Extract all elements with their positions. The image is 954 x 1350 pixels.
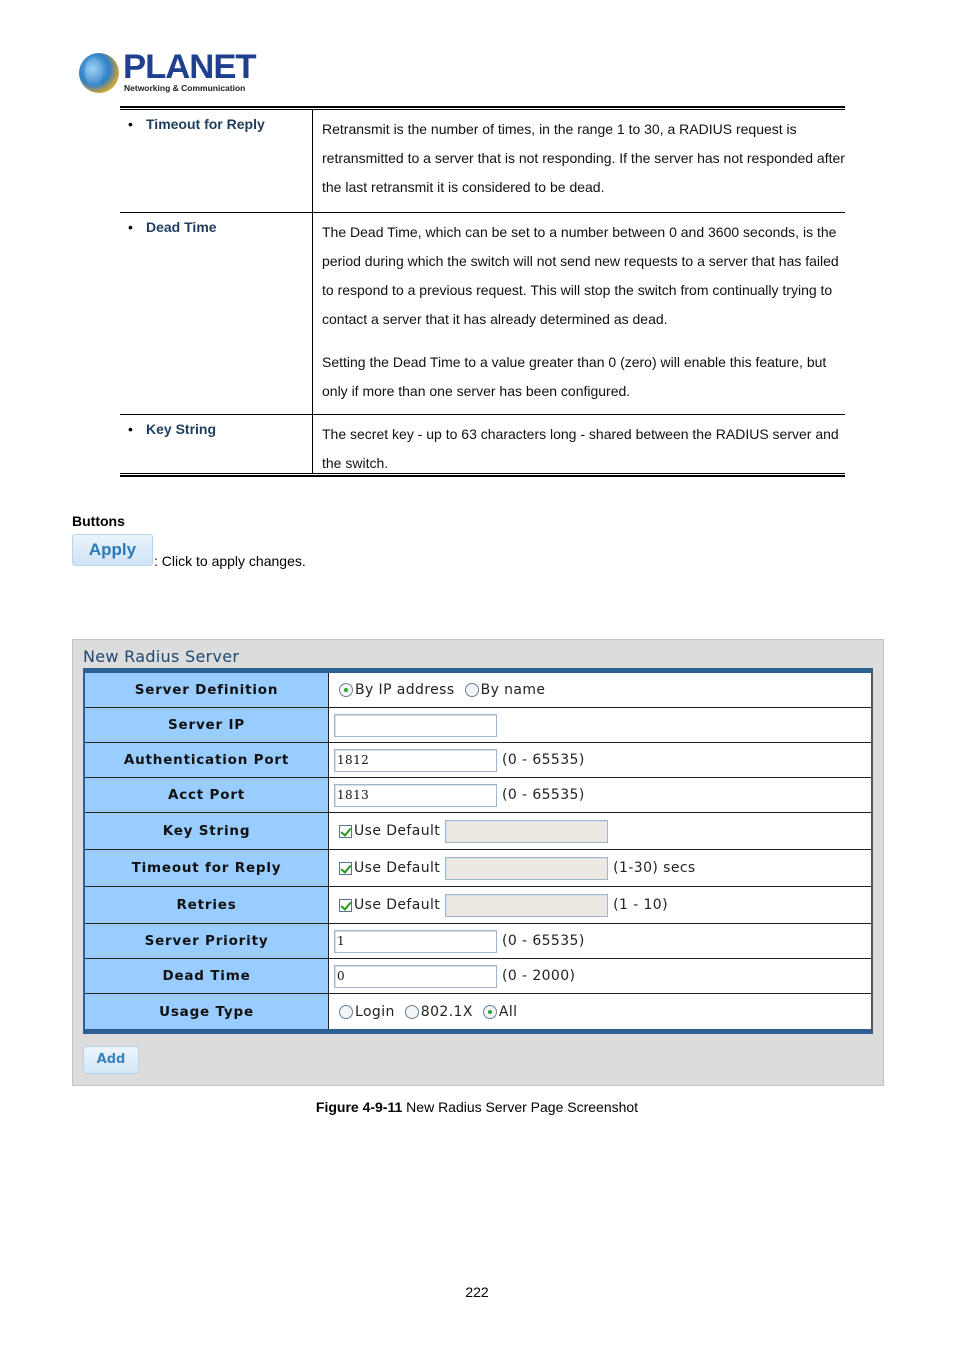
buttons-heading: Buttons [72,513,125,529]
radio-label: Login [355,1003,395,1020]
logo-wordmark: PLANET [123,48,257,86]
checkbox-label: Use Default [354,823,441,839]
term-cell: • Key String [128,421,312,437]
new-radius-server-panel: New Radius Server Server Definition By I… [72,639,884,1086]
definition-text: The secret key - up to 63 characters lon… [322,426,839,471]
page-number: 222 [465,1284,489,1300]
form-row-usage-type: Usage Type Login 802.1X All [85,994,871,1029]
form-row-server-ip: Server IP [85,708,871,743]
field-label: Key String [85,813,329,849]
term-cell: • Dead Time [128,219,312,235]
dead-time-input[interactable]: 0 [334,964,497,988]
field-label: Retries [85,887,329,923]
definition-text: The Dead Time, which can be set to a num… [322,224,839,327]
timeout-input[interactable] [445,856,609,880]
radio-label: All [498,1003,518,1020]
form-row-key-string: Key String Use Default [85,813,871,850]
term-label: Key String [146,421,217,437]
panel-title: New Radius Server [83,647,240,666]
term-cell: • Timeout for Reply [128,116,312,132]
radio-802-1x[interactable] [404,1004,419,1019]
radio-label: By name [480,682,546,698]
bullet-icon: • [128,116,133,132]
field-label: Server Definition [85,673,329,707]
apply-button[interactable]: Apply [72,534,153,566]
table-row: • Dead Time The Dead Time, which can be s… [120,213,845,415]
field-label: Server Priority [85,924,329,958]
term-label: Dead Time [146,219,217,235]
globe-icon [79,53,119,93]
acct-port-input[interactable]: 1813 [334,783,497,807]
server-priority-input[interactable]: 1 [334,929,497,953]
radio-label: By IP address [355,682,455,698]
server-ip-input[interactable] [334,713,497,737]
timeout-use-default-checkbox[interactable] [339,861,352,875]
form-row-retries: Retries Use Default (1 - 10) [85,887,871,924]
key-string-input[interactable] [445,819,609,843]
radius-server-form: Server Definition By IP address By name … [83,668,873,1034]
radio-login[interactable] [339,1004,353,1019]
form-row-dead-time: Dead Time 0 (0 - 2000) [85,959,871,994]
apply-description: : Click to apply changes. [154,553,306,569]
bullet-icon: • [128,421,133,437]
table-bottom-rule [120,473,845,477]
key-string-use-default-checkbox[interactable] [339,824,352,838]
definition-text: Retransmit is the number of times, in th… [322,121,845,195]
retries-use-default-checkbox[interactable] [339,898,352,912]
field-label: Acct Port [85,778,329,812]
definition-text: Setting the Dead Time to a value greater… [322,354,827,399]
radio-by-ip-address[interactable] [339,683,353,697]
radio-label: 802.1X [420,1003,473,1020]
figure-title: New Radius Server Page Screenshot [402,1099,639,1115]
form-row-server-priority: Server Priority 1 (0 - 65535) [85,924,871,959]
range-hint: (1-30) secs [613,860,696,876]
authentication-port-input[interactable]: 1812 [334,748,497,772]
form-row-acct-port: Acct Port 1813 (0 - 65535) [85,778,871,813]
radio-all[interactable] [482,1004,497,1019]
checkbox-label: Use Default [354,897,441,913]
logo-tagline: Networking & Communication [124,83,246,93]
radio-by-name[interactable] [464,683,479,697]
field-label: Server IP [85,708,329,742]
field-label: Usage Type [85,994,329,1029]
form-row-server-definition: Server Definition By IP address By name [85,673,871,708]
range-hint: (0 - 65535) [502,933,585,949]
form-row-authentication-port: Authentication Port 1812 (0 - 65535) [85,743,871,778]
table-row: • Timeout for Reply Retransmit is the num… [120,110,845,213]
checkbox-label: Use Default [354,860,441,876]
field-label: Authentication Port [85,743,329,777]
figure-number: Figure 4-9-11 [315,1099,403,1115]
add-button[interactable]: Add [83,1046,139,1074]
field-label: Timeout for Reply [85,850,329,886]
figure-caption: Figure 4-9-11 New Radius Server Page Scr… [0,1099,954,1115]
range-hint: (1 - 10) [613,897,668,913]
retries-input[interactable] [445,893,609,917]
range-hint: (0 - 65535) [502,752,585,768]
range-hint: (0 - 2000) [502,968,576,984]
term-label: Timeout for Reply [146,116,265,132]
planet-logo: PLANET Networking & Communication [79,48,257,96]
range-hint: (0 - 65535) [502,787,585,803]
field-label: Dead Time [85,959,329,993]
form-row-timeout-for-reply: Timeout for Reply Use Default (1-30) sec… [85,850,871,887]
bullet-icon: • [128,219,133,235]
table-row: • Key String The secret key - up to 63 ch… [120,415,845,473]
